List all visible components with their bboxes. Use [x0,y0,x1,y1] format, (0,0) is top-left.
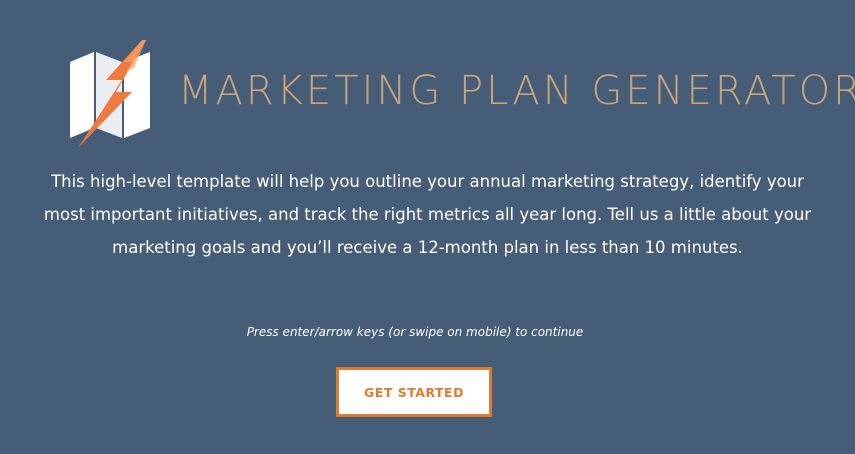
get-started-button[interactable]: GET STARTED [336,367,492,417]
lightning-map-icon [70,40,150,148]
navigation-hint: Press enter/arrow keys (or swipe on mobi… [246,325,584,339]
intro-description: This high-level template will help you o… [43,172,812,257]
header: MARKETING PLAN GENERATOR [66,38,855,150]
marketing-plan-page: MARKETING PLAN GENERATOR This high-level… [0,0,855,454]
page-title: MARKETING PLAN GENERATOR [178,68,855,114]
